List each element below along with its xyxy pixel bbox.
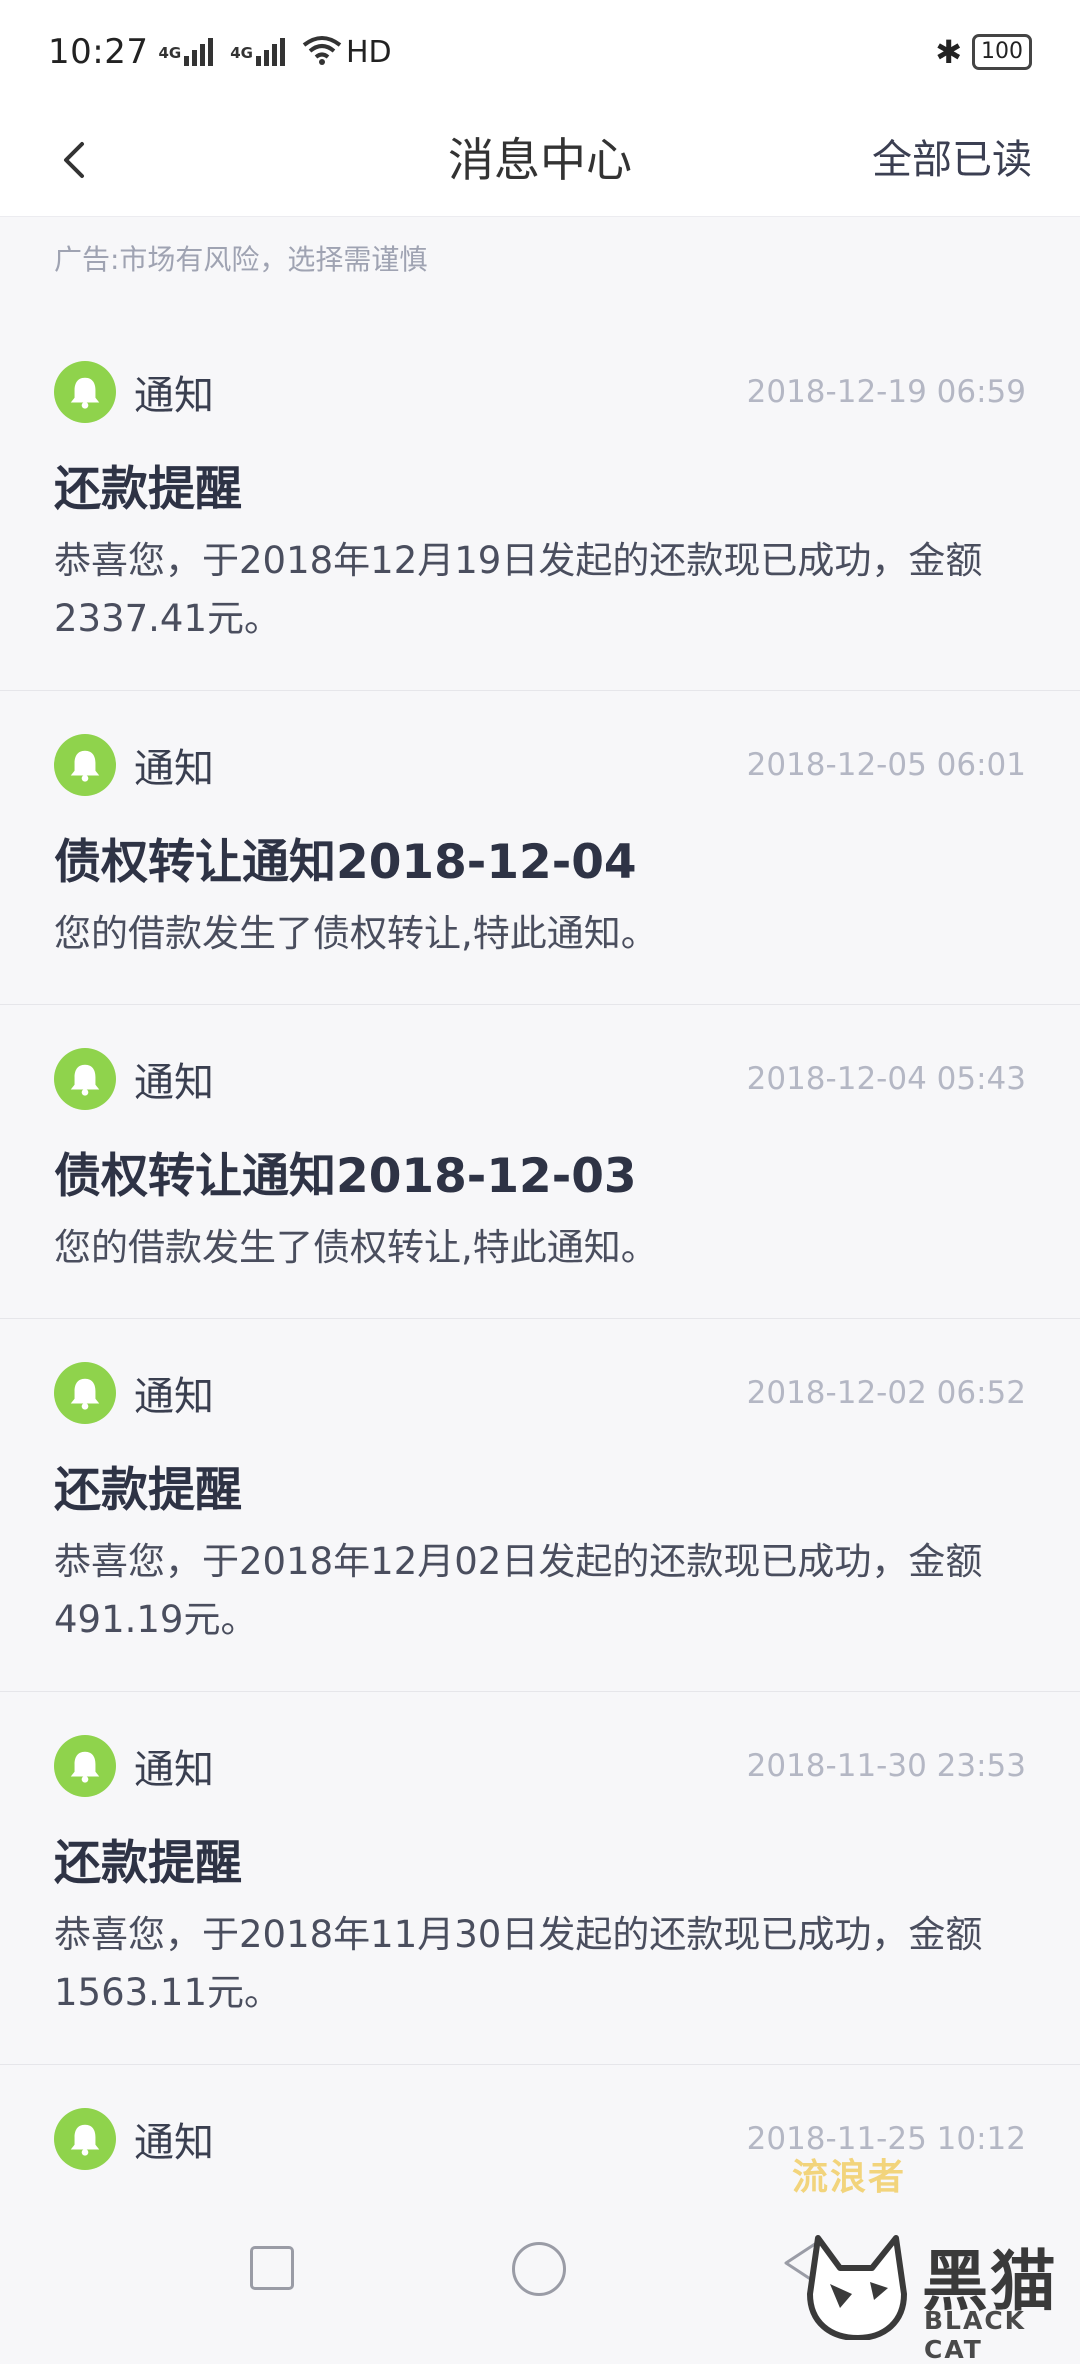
list-item[interactable]: 通知 2018-12-19 06:59 还款提醒 恭喜您，于2018年12月19… [0, 318, 1080, 691]
message-title: 债权转让通知2018-12-03 [54, 1149, 637, 1204]
message-body: 恭喜您，于2018年12月19日发起的还款现已成功，金额2337.41元。 [54, 539, 983, 640]
battery-icon: 100 [972, 34, 1032, 70]
bell-icon [54, 361, 116, 423]
message-body: 您的借款发生了债权转让,特此通知。 [54, 912, 658, 955]
message-time: 2018-12-04 05:43 [746, 1061, 1026, 1097]
home-button[interactable] [512, 2242, 566, 2296]
signal-icon: 4G [158, 38, 216, 66]
message-list: 通知 2018-12-19 06:59 还款提醒 恭喜您，于2018年12月19… [0, 318, 1080, 2265]
message-title: 还款提醒 [54, 1836, 242, 1891]
ad-title-clipped: ▔▔▔▔▔▔ [54, 216, 211, 232]
status-bar: 10:27 4G 4G HD ✱ 100 [0, 0, 1080, 104]
list-item[interactable]: 通知 2018-12-04 05:43 债权转让通知2018-12-03 您的借… [0, 1005, 1080, 1319]
message-body: 您的借款发生了债权转让,特此通知。 [54, 1226, 658, 1269]
bluetooth-icon: ✱ [935, 33, 962, 71]
bell-icon [54, 1735, 116, 1797]
message-time: 2018-12-19 06:59 [746, 374, 1026, 410]
bell-icon [54, 1048, 116, 1110]
message-type: 通知 [134, 1747, 214, 1793]
ad-block[interactable]: ▔▔▔▔▔▔ 广告:市场有风险，选择需谨慎 [0, 216, 1080, 319]
ad-disclaimer: 广告:市场有风险，选择需谨慎 [54, 243, 428, 276]
mark-all-read-button[interactable]: 全部已读 [872, 104, 1032, 216]
message-type: 通知 [134, 746, 214, 792]
network-hd-label: HD [345, 34, 392, 70]
message-type: 通知 [134, 1374, 214, 1420]
chevron-left-icon[interactable] [48, 130, 108, 190]
message-type: 通知 [134, 1060, 214, 1106]
bell-icon [54, 2108, 116, 2170]
sim1-label: 4G [158, 44, 182, 62]
wifi-icon [302, 35, 342, 69]
message-type: 通知 [134, 373, 214, 419]
message-type: 通知 [134, 2120, 214, 2166]
list-item[interactable]: 通知 2018-12-05 06:01 债权转让通知2018-12-04 您的借… [0, 691, 1080, 1005]
message-title: 还款提醒 [54, 1463, 242, 1518]
message-title: 债权转让通知2018-12-04 [54, 835, 637, 890]
message-body: 恭喜您，于2018年12月02日发起的还款现已成功，金额491.19元。 [54, 1540, 983, 1641]
recent-apps-button[interactable] [250, 2246, 294, 2290]
watermark-text: 流浪者 [792, 2157, 907, 2198]
list-item[interactable]: 通知 2018-11-30 23:53 还款提醒 恭喜您，于2018年11月30… [0, 1692, 1080, 2065]
bell-icon [54, 734, 116, 796]
sim2-label: 4G [230, 44, 253, 62]
message-time: 2018-12-05 06:01 [746, 747, 1026, 783]
signal-icon: 4G [230, 38, 288, 66]
bell-icon [54, 1362, 116, 1424]
nav-bar: 消息中心 全部已读 [0, 104, 1080, 217]
list-item[interactable]: 通知 2018-12-02 06:52 还款提醒 恭喜您，于2018年12月02… [0, 1319, 1080, 1692]
message-time: 2018-12-02 06:52 [746, 1375, 1026, 1411]
message-body: 恭喜您，于2018年11月30日发起的还款现已成功，金额1563.11元。 [54, 1913, 983, 2014]
brand-name-en: BLACK CAT [924, 2306, 1027, 2364]
message-title: 还款提醒 [54, 462, 242, 517]
message-time: 2018-11-30 23:53 [746, 1748, 1026, 1784]
status-time: 10:27 [48, 32, 149, 72]
